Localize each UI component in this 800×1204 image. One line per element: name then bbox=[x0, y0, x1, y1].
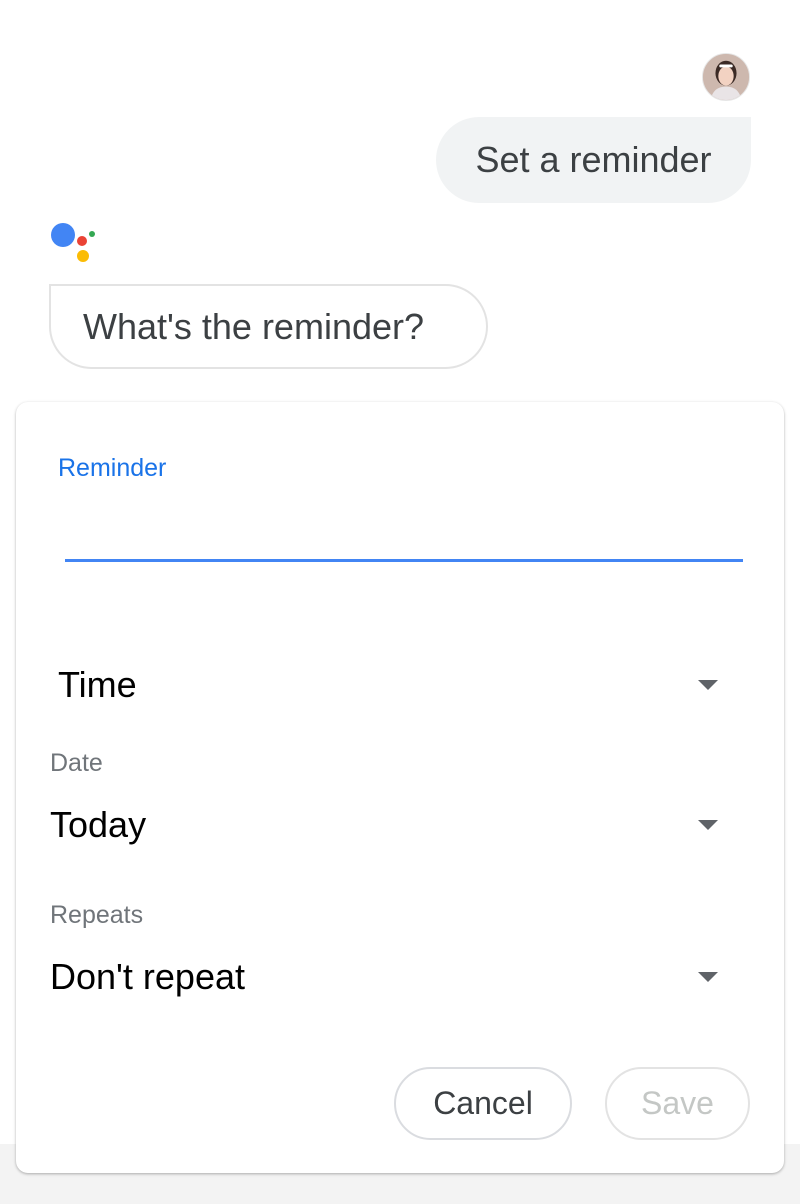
reminder-input[interactable] bbox=[65, 502, 743, 562]
user-avatar bbox=[702, 53, 750, 101]
date-label: Date bbox=[50, 749, 103, 777]
repeats-label: Repeats bbox=[50, 901, 144, 929]
date-value: Today bbox=[50, 804, 147, 845]
save-button[interactable]: Save bbox=[605, 1067, 750, 1140]
caret-down-icon bbox=[698, 680, 718, 690]
reminder-card: Reminder Time Date Today Repeats Don't r… bbox=[16, 402, 784, 1173]
repeats-value: Don't repeat bbox=[50, 956, 245, 997]
time-value: Time bbox=[58, 664, 137, 705]
time-dropdown[interactable]: Time bbox=[58, 655, 750, 715]
assistant-message-bubble: What's the reminder? bbox=[49, 284, 488, 369]
date-dropdown[interactable]: Today bbox=[50, 795, 750, 855]
assistant-message-text: What's the reminder? bbox=[83, 305, 425, 347]
caret-down-icon bbox=[698, 972, 718, 982]
cancel-button[interactable]: Cancel bbox=[394, 1067, 572, 1140]
user-message-bubble: Set a reminder bbox=[436, 117, 751, 203]
reminder-field-label: Reminder bbox=[58, 454, 167, 482]
repeats-dropdown[interactable]: Don't repeat bbox=[50, 947, 750, 1007]
avatar-image bbox=[703, 54, 749, 100]
user-message-text: Set a reminder bbox=[475, 139, 712, 180]
caret-down-icon bbox=[698, 820, 718, 830]
assistant-screen: Set a reminder What's the reminder? Remi… bbox=[0, 0, 800, 1204]
google-assistant-logo bbox=[48, 218, 100, 266]
